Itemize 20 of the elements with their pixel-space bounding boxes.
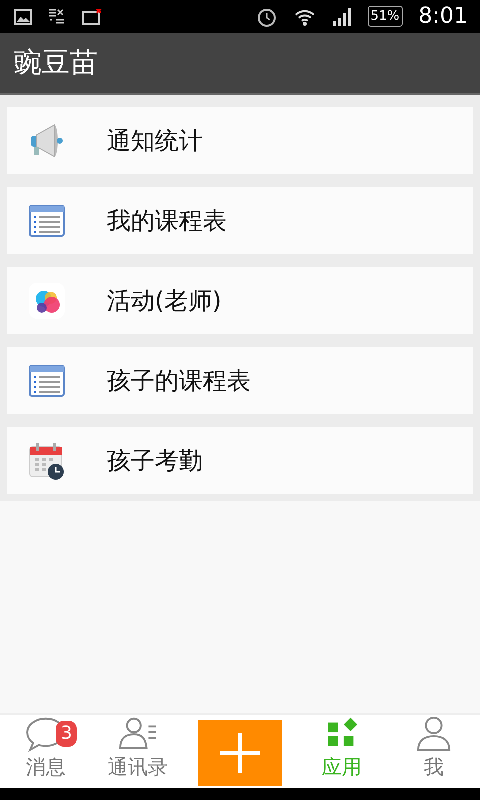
signal-icon	[332, 8, 352, 26]
menu-item[interactable]: 孩子的课程表	[7, 347, 473, 414]
menu-item[interactable]: 我的课程表	[7, 187, 473, 254]
media-icon	[82, 8, 102, 24]
plus-icon	[218, 731, 262, 775]
menu-item[interactable]: 活动(老师)	[7, 267, 473, 334]
notes-icon	[48, 8, 66, 26]
tab[interactable]: 消息 3	[0, 715, 92, 788]
clock: 8:01	[418, 3, 468, 31]
app-title: 豌豆苗	[14, 45, 98, 81]
tab[interactable]: 通讯录	[92, 715, 184, 788]
battery-level: 51%	[368, 6, 403, 28]
wifi-icon	[294, 8, 316, 26]
menu-item[interactable]: 孩子考勤	[7, 427, 473, 494]
add-button[interactable]	[198, 720, 282, 786]
tab[interactable]: 我	[388, 715, 480, 788]
unread-count: 3	[56, 721, 78, 747]
calendar-icon	[27, 440, 67, 480]
image-icon	[14, 8, 32, 24]
menu-item[interactable]: 通知统计	[7, 107, 473, 174]
